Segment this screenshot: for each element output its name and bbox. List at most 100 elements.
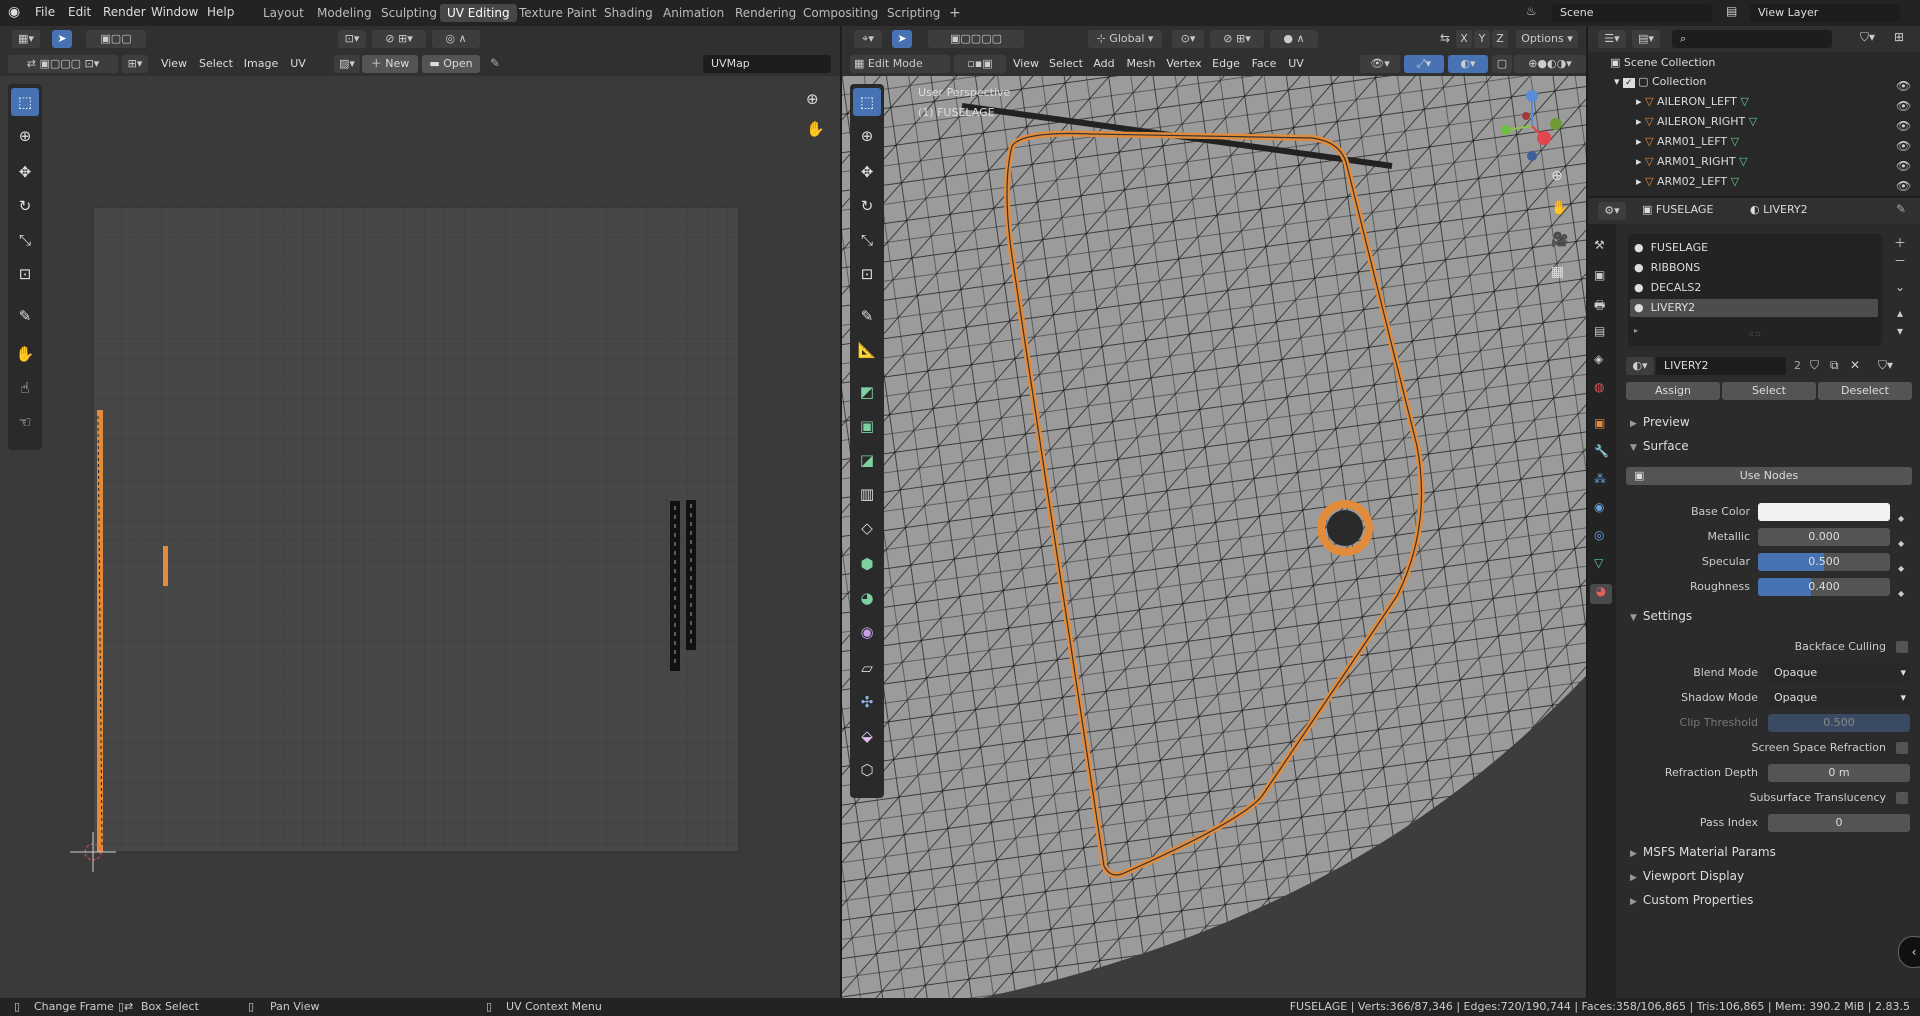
select-button[interactable]: Select <box>1722 382 1816 400</box>
pin-icon[interactable]: ✎ <box>490 56 500 70</box>
viewport-proportional-icon[interactable]: ● ∧ <box>1270 30 1318 48</box>
move-slot-down-icon[interactable]: ▾ <box>1890 322 1910 340</box>
vp-tool-spin-icon[interactable]: ◕ <box>853 584 881 612</box>
user-count[interactable]: 2 <box>1794 359 1801 372</box>
object-tab-icon[interactable]: ▣ <box>1594 416 1605 430</box>
specular-slider[interactable]: 0.500 <box>1758 553 1890 571</box>
menu-uv[interactable]: UV <box>1284 55 1308 73</box>
camera-view-icon[interactable]: 🎥 <box>1551 232 1568 248</box>
clip-threshold-slider[interactable]: 0.500 <box>1768 714 1910 732</box>
keyframe-dot-icons[interactable]: ◆ ◆ ◆ ◆ <box>1898 506 1904 606</box>
output-tab-icon[interactable]: 🖶 <box>1594 296 1605 317</box>
tab-compositing[interactable]: Compositing <box>796 4 885 22</box>
collection-checkbox[interactable]: ✓ <box>1623 78 1635 88</box>
base-color-swatch[interactable] <box>1758 503 1890 521</box>
shadow-mode-dropdown[interactable]: Opaque ▾ <box>1768 689 1910 707</box>
vp-tool-shear-icon[interactable]: ⬙ <box>853 722 881 750</box>
modifier-tab-icon[interactable]: 🔧 <box>1594 444 1609 458</box>
outliner-item[interactable]: ▸ ▽ ARM01_RIGHT ▽ <box>1636 152 1920 172</box>
expand-arrow-icon[interactable]: ▸ <box>1634 326 1638 335</box>
deselect-button[interactable]: Deselect <box>1818 382 1912 400</box>
viewport-select-tool-icon[interactable]: ➤ <box>892 30 912 48</box>
custom-properties-header[interactable]: ▶ Custom Properties <box>1630 893 1753 907</box>
uv-menu-image[interactable]: Image <box>240 55 282 73</box>
material-tab-icon[interactable]: ◕ <box>1590 584 1612 604</box>
uv-menu-view[interactable]: View <box>156 55 192 73</box>
gizmo-icon[interactable]: ⤢▾ <box>1404 55 1444 73</box>
menu-face[interactable]: Face <box>1246 55 1282 73</box>
constraints-tab-icon[interactable]: ◎ <box>1594 528 1604 542</box>
scene-tab-icon[interactable]: ◈ <box>1594 352 1603 366</box>
viewport-select-mode-icons[interactable]: ▣▢▢▢▢ <box>928 30 1024 48</box>
preview-panel-header[interactable]: ▶ Preview <box>1630 415 1690 429</box>
particles-tab-icon[interactable]: ⁂ <box>1594 472 1606 486</box>
filter-icon[interactable]: ⛉▾ <box>1860 30 1875 45</box>
menu-mesh[interactable]: Mesh <box>1122 55 1160 73</box>
axis-z-toggle[interactable]: Z <box>1492 30 1508 48</box>
metallic-slider[interactable]: 0.000 <box>1758 528 1890 546</box>
viewport-pivot-icon[interactable]: ⊙▾ <box>1172 30 1204 48</box>
viewport-editor-type-icon[interactable]: ⌖▾ <box>854 30 882 48</box>
tool-tab-icon[interactable]: ⚒ <box>1594 238 1605 252</box>
mirror-icon[interactable]: ⇆ <box>1440 31 1450 45</box>
tab-texture-paint[interactable]: Texture Paint <box>512 4 603 22</box>
vp-tool-inset-icon[interactable]: ▣ <box>853 412 881 440</box>
outliner-type-icon[interactable]: ☰▾ <box>1598 30 1626 48</box>
uv-sticky-icon[interactable]: ⊞▾ <box>122 55 148 73</box>
remove-slot-icon[interactable]: － <box>1890 252 1910 270</box>
properties-pin-icon[interactable]: ✎ <box>1896 202 1906 216</box>
vp-tool-edge-slide-icon[interactable]: ▱ <box>853 654 881 682</box>
view-layer-tab-icon[interactable]: ▤ <box>1594 324 1605 338</box>
overlay-icon[interactable]: ◐▾ <box>1448 55 1488 73</box>
vp-tool-loop-cut-icon[interactable]: ▥ <box>853 480 881 508</box>
uv-menu-select[interactable]: Select <box>196 55 236 73</box>
transform-orientation-dropdown[interactable]: ⊹ Global ▾ <box>1088 30 1162 48</box>
outliner-item[interactable]: ▸ ▽ AILERON_LEFT ▽ <box>1636 92 1920 112</box>
refraction-depth-field[interactable]: 0 m <box>1768 764 1910 782</box>
tab-uv-editing[interactable]: UV Editing <box>440 4 517 22</box>
view-layer-icon[interactable]: ▤ <box>1726 4 1737 18</box>
image-browse-icon[interactable]: ▨▾ <box>334 55 360 73</box>
options-dropdown[interactable]: Options ▾ <box>1516 30 1578 48</box>
material-browse-icon[interactable]: ◐▾ <box>1626 357 1654 375</box>
settings-panel-header[interactable]: ▼ Settings <box>1630 609 1692 623</box>
menu-edit[interactable]: Edit <box>68 5 91 19</box>
uv-grid-canvas[interactable] <box>0 76 840 998</box>
view-layer-field[interactable]: View Layer <box>1750 4 1900 22</box>
uv-menu-uv[interactable]: UV <box>286 55 310 73</box>
menu-help[interactable]: Help <box>207 5 234 19</box>
uv-pan-hand-icon[interactable]: ✋ <box>806 120 825 138</box>
msfs-material-params-header[interactable]: ▶ MSFS Material Params <box>1630 845 1776 859</box>
xray-icon[interactable]: ▢ <box>1492 55 1512 73</box>
mesh-data-tab-icon[interactable]: ▽ <box>1594 556 1603 570</box>
surface-panel-header[interactable]: ▼ Surface <box>1630 439 1689 453</box>
menu-edge[interactable]: Edge <box>1208 55 1244 73</box>
physics-tab-icon[interactable]: ◉ <box>1594 500 1604 514</box>
vp-tool-smooth-icon[interactable]: ◉ <box>853 618 881 646</box>
axis-x-toggle[interactable]: X <box>1456 30 1472 48</box>
viewport-snap-icon[interactable]: ⊘ ⊞▾ <box>1210 30 1264 48</box>
outliner-item[interactable]: ▸ ▽ AILERON_RIGHT ▽ <box>1636 112 1920 132</box>
scene-icon[interactable]: ♨ <box>1526 4 1537 18</box>
menu-select[interactable]: Select <box>1046 55 1086 73</box>
visibility-icon[interactable]: 👁▾ <box>1360 55 1400 73</box>
open-image-button[interactable]: ▬ Open <box>422 55 480 73</box>
scene-field[interactable]: Scene <box>1552 4 1712 22</box>
visibility-eye-icons[interactable]: 👁 👁 👁 👁 👁 👁 <box>1896 76 1911 196</box>
resize-grip-icon[interactable]: ⁙⁙ <box>1748 330 1761 339</box>
backface-culling-checkbox[interactable] <box>1896 641 1908 653</box>
vp-tool-knife-icon[interactable]: ◇ <box>853 514 881 542</box>
pass-index-field[interactable]: 0 <box>1768 814 1910 832</box>
duplicate-material-icon[interactable]: ⧉ <box>1830 358 1839 373</box>
vp-tool-transform-icon[interactable]: ⊡ <box>853 260 881 288</box>
axis-y-toggle[interactable]: Y <box>1474 30 1490 48</box>
mode-dropdown[interactable]: ▦ Edit Mode <box>850 55 950 73</box>
menu-view[interactable]: View <box>1008 55 1044 73</box>
blend-mode-dropdown[interactable]: Opaque ▾ <box>1768 664 1910 682</box>
tab-scripting[interactable]: Scripting <box>880 4 947 22</box>
vp-tool-annotate-icon[interactable]: ✎ <box>853 302 881 330</box>
navigation-gizmo[interactable] <box>1492 86 1572 166</box>
unlink-material-icon[interactable]: ✕ <box>1850 358 1860 372</box>
vp-tool-rotate-icon[interactable]: ↻ <box>853 192 881 220</box>
vp-tool-shrink-icon[interactable]: ✣ <box>853 688 881 716</box>
